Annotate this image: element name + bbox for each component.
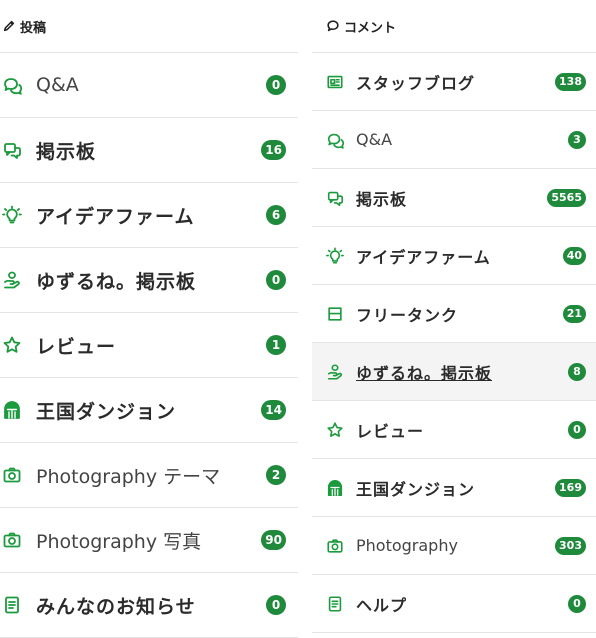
posts-item-label: Q&A: [36, 74, 79, 96]
posts-list: Q&A 0 掲示板 16 アイデアファーム 6 ゆずるね。掲示板 0 レビュー 1 王国ダンジョン 1…: [0, 52, 298, 638]
comments-item-label: アイデアファーム: [356, 247, 491, 267]
board-icon: [326, 189, 344, 207]
news-icon: [326, 73, 344, 91]
posts-item[interactable]: Photography テーマ 2: [0, 443, 298, 508]
comments-item[interactable]: 掲示板 5565: [312, 169, 596, 227]
notice-icon: [2, 595, 22, 615]
posts-item[interactable]: アイデアファーム 6: [0, 183, 298, 248]
pencil-icon: [2, 19, 16, 33]
dungeon-icon: [326, 479, 344, 497]
comments-item[interactable]: ヘルプ 0: [312, 575, 596, 633]
speech-bubble-icon: [326, 19, 340, 33]
camera-icon: [2, 465, 22, 485]
comments-item-label: Q&A: [356, 130, 393, 149]
posts-item[interactable]: みんなのお知らせ 0: [0, 573, 298, 638]
posts-item[interactable]: Q&A 0: [0, 53, 298, 118]
posts-item-label: Photography テーマ: [36, 465, 221, 488]
comments-item[interactable]: スタッフブログ 138: [312, 53, 596, 111]
idea-icon: [2, 205, 22, 225]
count-badge: 1: [266, 335, 286, 355]
board-icon: [2, 140, 22, 160]
camera-icon: [2, 530, 22, 550]
posts-item-label: ゆずるね。掲示板: [36, 270, 197, 293]
posts-panel: 投稿 Q&A 0 掲示板 16 アイデアファーム 6 ゆずるね。掲示板 0 レビュー 1 王国ダンジ…: [0, 0, 298, 638]
count-badge: 0: [568, 594, 586, 613]
posts-header: 投稿: [0, 0, 298, 52]
posts-item[interactable]: 王国ダンジョン 14: [0, 378, 298, 443]
comments-item[interactable]: 王国ダンジョン 169: [312, 459, 596, 517]
comments-item[interactable]: Photography 303: [312, 517, 596, 575]
posts-item[interactable]: レビュー 1: [0, 313, 298, 378]
count-badge: 0: [266, 595, 286, 615]
posts-header-title: 投稿: [20, 20, 47, 36]
count-badge: 303: [555, 536, 586, 555]
comments-list: スタッフブログ 138 Q&A 3 掲示板 5565 アイデアファーム 40 フリータンク 21 ゆ…: [312, 52, 596, 633]
count-badge: 14: [261, 400, 286, 420]
comments-item-label: フリータンク: [356, 305, 459, 325]
comments-item[interactable]: ゆずるね。掲示板 8: [312, 343, 596, 401]
tank-icon: [326, 305, 344, 323]
posts-item-label: みんなのお知らせ: [36, 595, 196, 618]
qa-icon: [326, 131, 344, 149]
camera-icon: [326, 537, 344, 555]
posts-item[interactable]: 掲示板 16: [0, 118, 298, 183]
count-badge: 6: [266, 205, 286, 225]
count-badge: 2: [266, 465, 286, 485]
dungeon-icon: [2, 400, 22, 420]
notice-icon: [326, 595, 344, 613]
count-badge: 16: [261, 140, 286, 160]
count-badge: 138: [555, 72, 586, 91]
count-badge: 0: [266, 270, 286, 290]
comments-header: コメント: [312, 0, 596, 52]
comments-item[interactable]: Q&A 3: [312, 111, 596, 169]
count-badge: 8: [568, 362, 586, 381]
count-badge: 169: [555, 478, 586, 497]
comments-item[interactable]: アイデアファーム 40: [312, 227, 596, 285]
count-badge: 3: [568, 130, 586, 149]
star-icon: [2, 335, 22, 355]
posts-item-label: アイデアファーム: [36, 205, 195, 228]
comments-item-label: 掲示板: [356, 189, 408, 209]
idea-icon: [326, 247, 344, 265]
posts-item-label: レビュー: [36, 335, 117, 358]
comments-item-label: スタッフブログ: [356, 73, 476, 93]
comments-item-label: ゆずるね。掲示板: [356, 363, 493, 383]
comments-item-label: 王国ダンジョン: [356, 479, 476, 499]
count-badge: 0: [568, 420, 586, 439]
comments-item-label: Photography: [356, 536, 458, 555]
count-badge: 21: [562, 304, 586, 323]
posts-item-label: 掲示板: [36, 140, 97, 163]
star-icon: [326, 421, 344, 439]
comments-panel: コメント スタッフブログ 138 Q&A 3 掲示板 5565 アイデアファーム 40 フリータ…: [312, 0, 596, 633]
count-badge: 0: [266, 75, 286, 95]
count-badge: 40: [562, 246, 586, 265]
comments-item-label: ヘルプ: [356, 595, 408, 615]
comments-item[interactable]: レビュー 0: [312, 401, 596, 459]
posts-item-label: Photography 写真: [36, 530, 202, 553]
comments-header-title: コメント: [344, 20, 397, 36]
posts-item[interactable]: ゆずるね。掲示板 0: [0, 248, 298, 313]
yuzurune-icon: [2, 270, 22, 290]
yuzurune-icon: [326, 363, 344, 381]
posts-item-label: 王国ダンジョン: [36, 400, 177, 423]
qa-icon: [2, 75, 22, 95]
comments-item-label: レビュー: [356, 421, 425, 441]
posts-item[interactable]: Photography 写真 90: [0, 508, 298, 573]
count-badge: 90: [261, 530, 286, 550]
comments-item[interactable]: フリータンク 21: [312, 285, 596, 343]
count-badge: 5565: [547, 188, 586, 207]
